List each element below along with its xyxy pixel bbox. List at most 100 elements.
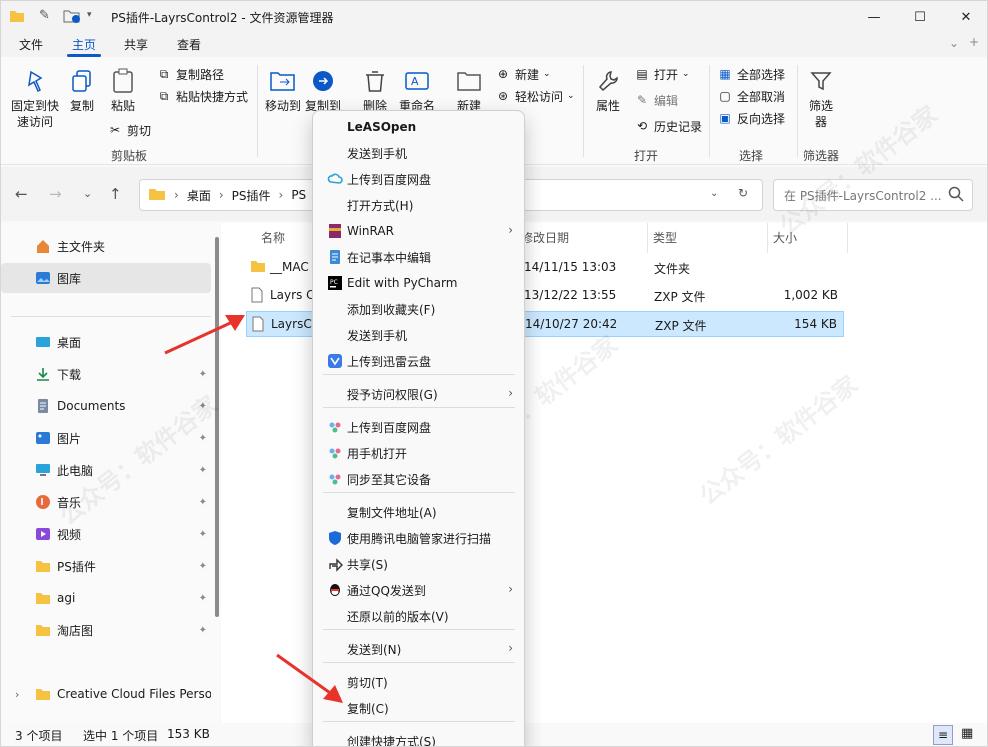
sidebar-item-label: 淘店图 <box>57 623 94 638</box>
chevron-down-icon[interactable]: ▾ <box>87 10 92 20</box>
file-name: Layrs C <box>270 288 315 302</box>
context-menu-item[interactable]: 在记事本中编辑 <box>319 244 519 270</box>
select-all-button[interactable]: ▦ 全部选择 <box>717 63 785 85</box>
address-dropdown-icon[interactable]: ⌄ <box>710 188 718 199</box>
sidebar-item-label: 此电脑 <box>57 463 94 478</box>
context-menu-item[interactable]: 打开方式(H) <box>319 192 519 218</box>
sidebar-item[interactable]: 图片 ✦ <box>1 423 211 453</box>
filter-button[interactable]: 筛选 器 <box>803 67 839 130</box>
move-to-button[interactable]: 移动到 <box>263 67 303 114</box>
collapse-ribbon-icon[interactable]: ⌄ <box>949 36 959 50</box>
column-header-date[interactable]: 修改日期 <box>521 229 569 246</box>
help-icon[interactable]: + <box>969 35 979 49</box>
back-arrow-icon[interactable]: ← <box>15 185 28 203</box>
context-menu-item[interactable]: LeASOpen <box>319 114 519 140</box>
up-arrow-icon[interactable]: ↑ <box>109 185 122 203</box>
invert-selection-button[interactable]: ▣ 反向选择 <box>717 107 785 129</box>
sidebar-item[interactable]: 视频 ✦ <box>1 519 211 549</box>
context-menu-item[interactable]: 上传到百度网盘 <box>319 166 519 192</box>
sidebar-item[interactable]: 淘店图 ✦ <box>1 615 211 645</box>
paste-shortcut-button[interactable]: ⧉ 粘贴快捷方式 <box>156 85 248 107</box>
menu-view[interactable]: 查看 <box>173 36 205 53</box>
sidebar-item[interactable]: 下载 ✦ <box>1 359 211 389</box>
context-menu-item[interactable]: 上传到迅雷云盘 <box>319 348 519 374</box>
breadcrumb-current[interactable]: PS <box>291 188 306 202</box>
context-menu-item[interactable]: 共享(S) <box>319 551 519 577</box>
forward-arrow-icon[interactable]: → <box>49 185 62 203</box>
new-item-button[interactable]: ⊕ 新建 ⌄ <box>495 63 551 85</box>
copy-to-button[interactable]: 复制到 <box>303 67 343 114</box>
sidebar-item[interactable]: agi ✦ <box>1 583 211 613</box>
search-box[interactable]: 在 PS插件-LayrsControl2 ... <box>773 179 973 211</box>
properties-label: 属性 <box>595 99 620 113</box>
menu-share[interactable]: 共享 <box>120 36 152 53</box>
sidebar-item[interactable]: 音乐 ✦ <box>1 487 211 517</box>
properties-icon[interactable]: ✎ <box>39 8 50 23</box>
context-menu-item[interactable]: 复制文件地址(A) <box>319 499 519 525</box>
copy-folder-icon <box>309 67 337 95</box>
tiles-view-icon[interactable]: ▦ <box>961 726 973 741</box>
new-folder-icon[interactable] <box>63 8 81 27</box>
new-folder-button[interactable]: 新建 <box>453 67 485 114</box>
context-menu-item[interactable]: 上传到百度网盘 <box>319 414 519 440</box>
close-button[interactable]: ✕ <box>943 1 987 33</box>
select-none-button[interactable]: ▢ 全部取消 <box>717 85 785 107</box>
copy-button[interactable]: 复制 <box>65 67 99 114</box>
paste-button[interactable]: 粘贴 <box>105 67 141 114</box>
rename-button[interactable]: A 重命名 <box>397 67 437 114</box>
sidebar-item[interactable]: 主文件夹 <box>1 231 211 261</box>
properties-button[interactable]: 属性 <box>591 67 625 114</box>
sidebar-scrollbar[interactable] <box>215 237 219 617</box>
file-type: ZXP 文件 <box>654 290 706 304</box>
sidebar-item[interactable]: › Creative Cloud Files Person <box>1 679 211 709</box>
documents-icon <box>35 398 51 414</box>
recent-chevron-icon[interactable]: ⌄ <box>83 187 92 200</box>
delete-button[interactable]: 删除 <box>357 67 393 114</box>
history-button[interactable]: ⟲ 历史记录 <box>634 115 702 137</box>
column-header-size[interactable]: 大小 <box>773 229 797 246</box>
expand-chevron-icon[interactable]: › <box>15 688 19 701</box>
context-menu-item[interactable]: 通过QQ发送到 › <box>319 577 519 603</box>
refresh-icon[interactable]: ↻ <box>738 186 748 200</box>
search-icon[interactable] <box>948 186 964 205</box>
edit-button[interactable]: ✎ 编辑 <box>634 89 678 111</box>
context-menu-item[interactable]: 添加到收藏夹(F) <box>319 296 519 322</box>
sidebar-item[interactable]: PS插件 ✦ <box>1 551 211 581</box>
column-header-name[interactable]: 名称 <box>261 229 285 246</box>
easy-access-button[interactable]: ⊛ 轻松访问 ⌄ <box>495 85 575 107</box>
open-button[interactable]: ▤ 打开 ⌄ <box>634 63 689 85</box>
menu-home[interactable]: 主页 <box>68 36 100 53</box>
details-view-icon[interactable]: ≡ <box>933 725 953 745</box>
menu-file[interactable]: 文件 <box>15 36 47 53</box>
sidebar-item[interactable]: 图库 <box>1 263 211 293</box>
context-menu-item[interactable]: 授予访问权限(G) › <box>319 381 519 407</box>
ribbon-separator <box>257 65 258 157</box>
breadcrumb-ps-plugins[interactable]: PS插件 <box>232 187 271 204</box>
context-menu-item[interactable]: 使用腾讯电脑管家进行扫描 <box>319 525 519 551</box>
sidebar-item[interactable]: Documents ✦ <box>1 391 211 421</box>
context-menu-item[interactable]: 发送到手机 <box>319 140 519 166</box>
cut-button[interactable]: ✂ 剪切 <box>107 119 151 141</box>
copy-path-icon: ⧉ <box>159 66 169 81</box>
minimize-button[interactable]: — <box>851 1 897 33</box>
context-menu-item[interactable]: 发送到手机 <box>319 322 519 348</box>
context-menu-item[interactable]: 用手机打开 <box>319 440 519 466</box>
wrench-icon <box>594 67 622 95</box>
context-menu-item[interactable]: PC Edit with PyCharm <box>319 270 519 296</box>
maximize-button[interactable]: ☐ <box>897 1 943 33</box>
context-menu-separator <box>323 721 515 722</box>
file-date: 14/11/15 13:03 <box>524 260 617 274</box>
pin-icon <box>21 67 49 95</box>
context-menu-item[interactable]: WinRAR › <box>319 218 519 244</box>
copy-path-button[interactable]: ⧉ 复制路径 <box>156 63 224 85</box>
context-menu-item[interactable]: 同步至其它设备 <box>319 466 519 492</box>
context-menu-label: Edit with PyCharm <box>347 276 458 290</box>
sidebar-item[interactable]: 此电脑 ✦ <box>1 455 211 485</box>
breadcrumb-desktop[interactable]: 桌面 <box>187 187 211 204</box>
context-menu-separator <box>323 407 515 408</box>
column-header-type[interactable]: 类型 <box>653 229 677 246</box>
context-menu-item[interactable]: 还原以前的版本(V) <box>319 603 519 629</box>
pin-quick-access-button[interactable]: 固定到快 速访问 <box>7 67 63 130</box>
folder-icon <box>250 259 266 276</box>
context-menu-item[interactable]: 创建快捷方式(S) <box>319 728 519 747</box>
